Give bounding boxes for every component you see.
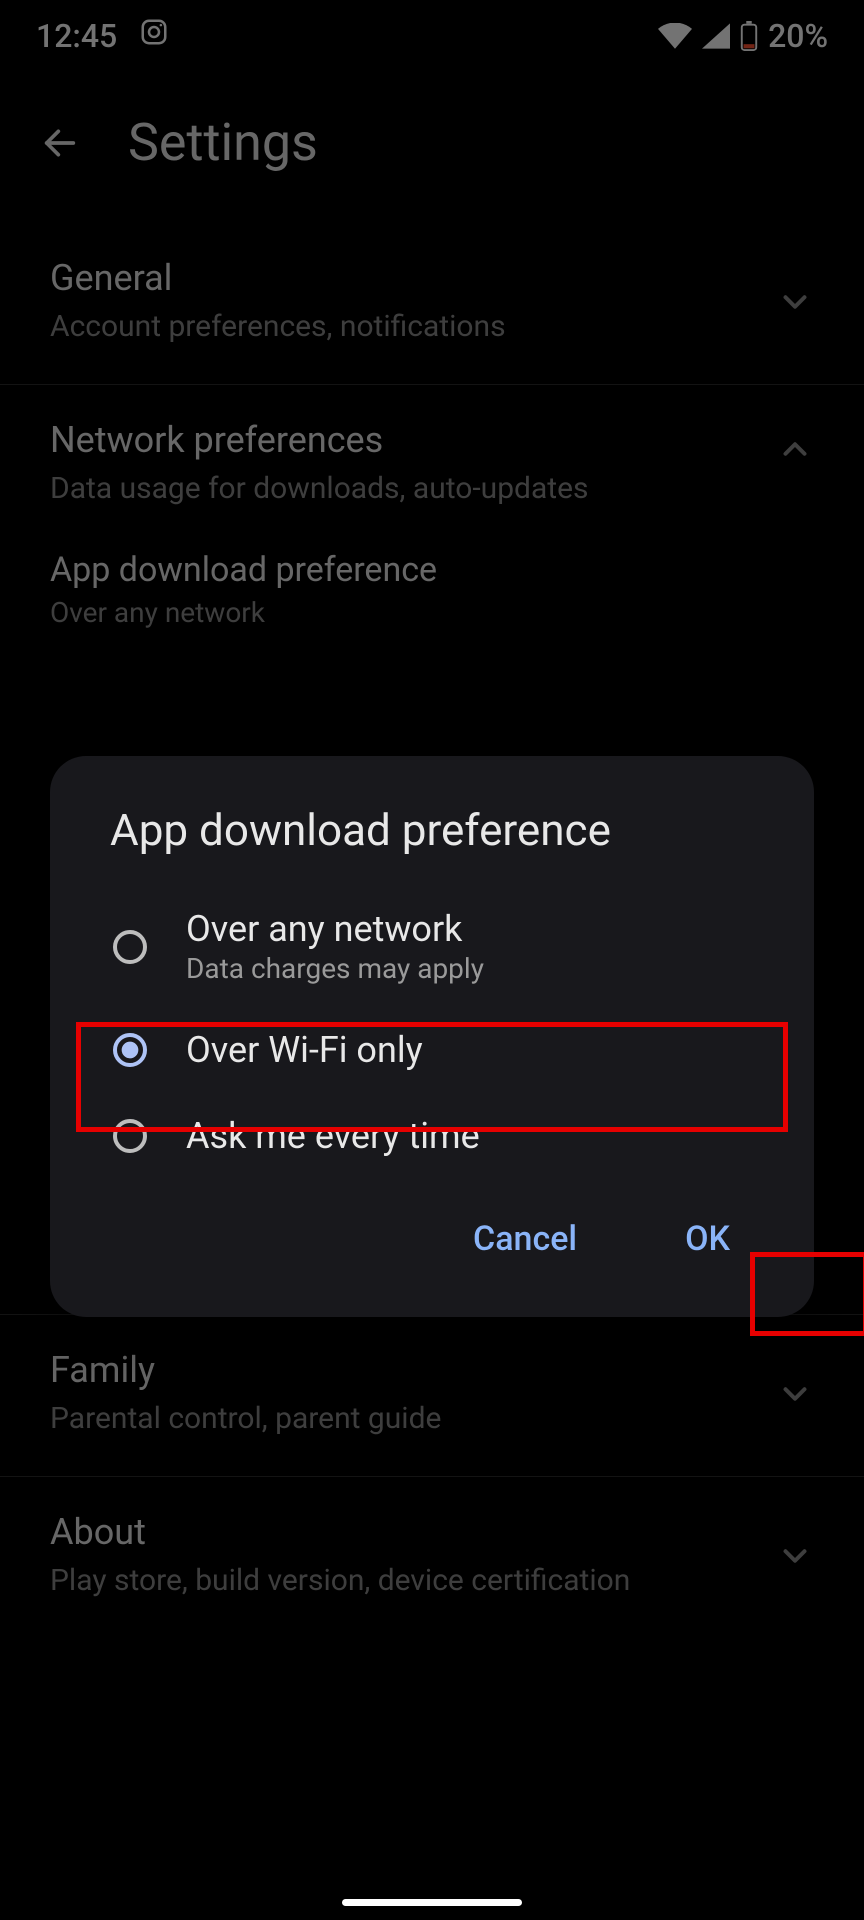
section-title: Family <box>50 1349 814 1391</box>
option-over-wifi-only[interactable]: Over Wi-Fi only <box>50 1007 814 1093</box>
dialog-title: App download preference <box>50 804 814 886</box>
battery-percent: 20% <box>768 17 828 55</box>
chevron-down-icon <box>776 1537 814 1579</box>
section-subtitle: Account preferences, notifications <box>50 309 814 344</box>
section-title: General <box>50 257 814 299</box>
chevron-down-icon <box>776 283 814 325</box>
ok-button[interactable]: OK <box>661 1205 754 1273</box>
option-label: Over Wi-Fi only <box>186 1029 423 1071</box>
section-about[interactable]: About Play store, build version, device … <box>0 1477 864 1638</box>
section-subtitle: Parental control, parent guide <box>50 1401 814 1436</box>
section-subtitle: Play store, build version, device certif… <box>50 1563 814 1598</box>
dialog-app-download-preference: App download preference Over any network… <box>50 756 814 1317</box>
wifi-icon <box>658 23 692 49</box>
option-sub: Data charges may apply <box>186 952 484 985</box>
cancel-button[interactable]: Cancel <box>449 1205 601 1273</box>
battery-icon <box>740 21 758 51</box>
instagram-icon <box>139 17 169 55</box>
sub-item-app-download[interactable]: App download preference Over any network <box>0 516 864 635</box>
section-network[interactable]: Network preferences Data usage for downl… <box>0 385 864 516</box>
section-title: About <box>50 1511 814 1553</box>
back-arrow-icon[interactable] <box>40 123 80 163</box>
section-general[interactable]: General Account preferences, notificatio… <box>0 223 864 385</box>
cellular-icon <box>702 23 730 49</box>
option-over-any-network[interactable]: Over any network Data charges may apply <box>50 886 814 1007</box>
section-family[interactable]: Family Parental control, parent guide <box>0 1315 864 1477</box>
chevron-up-icon <box>776 430 814 472</box>
page-title: Settings <box>128 112 318 173</box>
home-indicator[interactable] <box>342 1899 522 1906</box>
page-header: Settings <box>0 72 864 223</box>
status-bar: 12:45 20% <box>0 0 864 72</box>
radio-unchecked-icon <box>110 1116 150 1156</box>
radio-checked-icon <box>110 1030 150 1070</box>
section-subtitle: Data usage for downloads, auto-updates <box>50 471 814 506</box>
option-ask-every-time[interactable]: Ask me every time <box>50 1093 814 1179</box>
radio-unchecked-icon <box>110 927 150 967</box>
sub-item-title: App download preference <box>50 550 814 590</box>
chevron-down-icon <box>776 1375 814 1417</box>
section-title: Network preferences <box>50 419 814 461</box>
option-label: Ask me every time <box>186 1115 480 1157</box>
status-time: 12:45 <box>36 17 117 55</box>
option-label: Over any network <box>186 908 484 950</box>
sub-item-value: Over any network <box>50 596 814 629</box>
